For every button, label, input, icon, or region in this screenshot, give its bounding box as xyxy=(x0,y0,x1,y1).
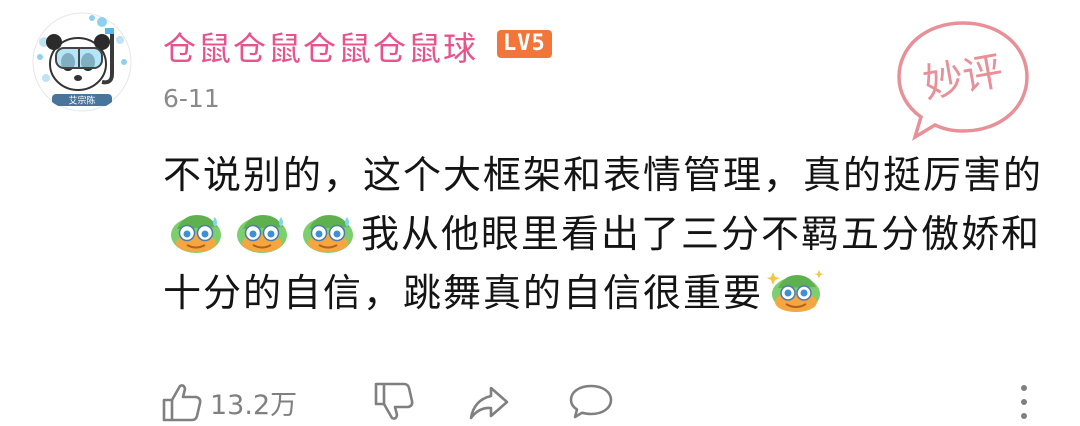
comment-content: 不说别的，这个大框架和表情管理，真的挺厉害的 我从他眼里看出了三分不羁五分傲娇和… xyxy=(163,146,1043,323)
reply-button[interactable] xyxy=(568,380,614,424)
featured-comment-stamp-icon: 妙评 xyxy=(897,21,1029,141)
action-bar: 13.2万 xyxy=(160,378,1040,426)
comment-card: 艾宗陈 仓鼠仓鼠仓鼠仓鼠球 LV5 6-11 妙评 不说别的，这个大框架和表情管… xyxy=(0,0,1080,426)
share-button[interactable] xyxy=(467,380,511,424)
svg-text:艾宗陈: 艾宗陈 xyxy=(68,95,95,107)
dislike-button[interactable] xyxy=(372,380,416,424)
svg-text:妙评: 妙评 xyxy=(920,48,1007,107)
sweat-smile-sticker-icon xyxy=(237,215,287,253)
more-options-button[interactable] xyxy=(1016,380,1032,424)
thumbs-up-icon xyxy=(162,384,202,422)
sweat-smile-sticker-icon xyxy=(303,215,353,253)
proud-sticker-icon xyxy=(767,270,825,312)
like-count: 13.2万 xyxy=(210,389,298,421)
panda-diver-avatar-icon: 艾宗陈 xyxy=(32,12,132,112)
speech-bubble-icon xyxy=(569,384,613,419)
thumbs-down-icon xyxy=(374,382,414,420)
comment-text-part1: 不说别的，这个大框架和表情管理，真的挺厉害的 xyxy=(163,153,1044,197)
comment-date: 6-11 xyxy=(163,84,220,113)
share-arrow-icon xyxy=(469,386,509,420)
like-button[interactable]: 13.2万 xyxy=(160,380,297,424)
level-badge: LV5 xyxy=(497,30,552,58)
more-vertical-icon xyxy=(1021,385,1027,419)
avatar[interactable]: 艾宗陈 xyxy=(32,12,132,112)
comment-text-part2: 我从他眼里看出了三分不羁五分傲娇和十分的自信，跳舞真的自信很重要 xyxy=(163,212,1042,315)
username[interactable]: 仓鼠仓鼠仓鼠仓鼠球 xyxy=(163,22,478,70)
sweat-smile-sticker-icon xyxy=(171,215,221,253)
